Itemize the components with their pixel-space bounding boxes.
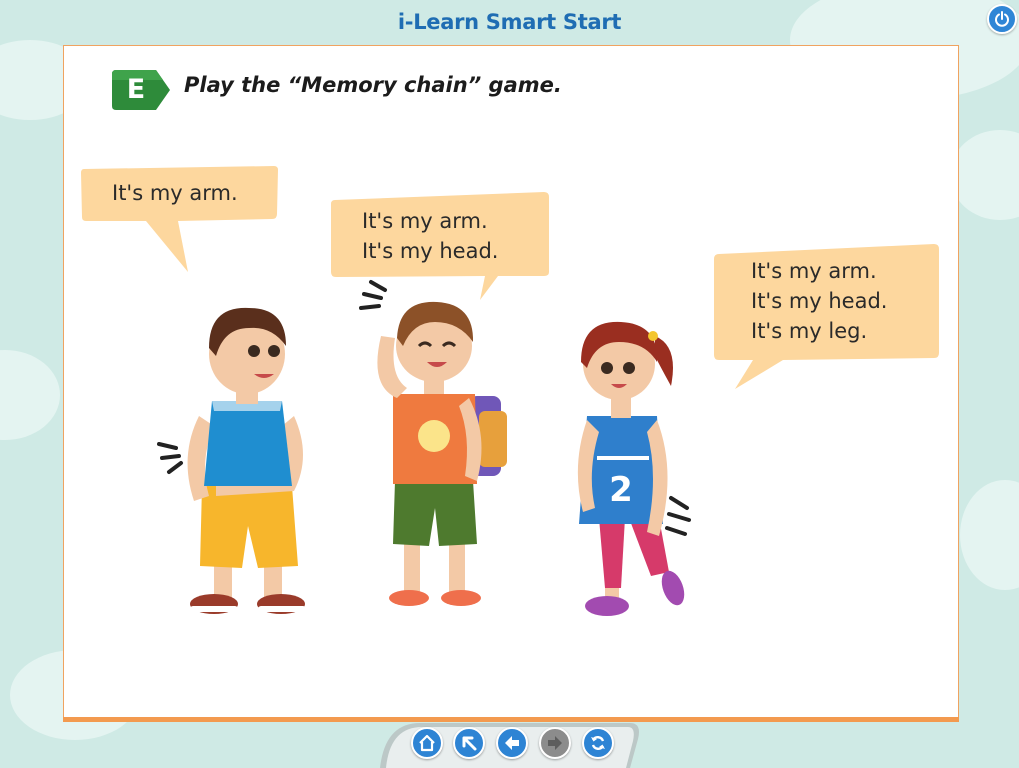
activity-letter: E xyxy=(126,74,146,105)
power-button[interactable] xyxy=(987,4,1017,34)
motion-marks-icon xyxy=(665,496,691,536)
boy-pointing-arm-illustration xyxy=(157,307,306,614)
motion-marks-icon xyxy=(359,280,387,310)
motion-marks-icon xyxy=(157,442,183,474)
home-button[interactable] xyxy=(411,727,443,759)
back-arrow-icon xyxy=(505,736,519,750)
background-cloud xyxy=(960,480,1019,590)
activity-badge: E xyxy=(112,70,172,110)
speech-text-2: It's my arm. It's my head. xyxy=(362,209,499,263)
activity-instruction: Play the “Memory chain” game. xyxy=(184,73,562,97)
navigation-bar xyxy=(380,719,645,768)
background-cloud xyxy=(950,130,1019,220)
power-icon xyxy=(995,11,1009,27)
up-left-arrow-icon xyxy=(462,736,477,751)
app-title: i-Learn Smart Start xyxy=(397,10,622,34)
girl-pointing-leg-illustration: 2 xyxy=(577,321,691,616)
forward-button[interactable] xyxy=(539,727,571,759)
book-page: E Play the “Memory chain” game. It's my … xyxy=(63,45,959,719)
forward-arrow-icon xyxy=(548,736,562,750)
home-icon xyxy=(419,734,435,752)
speech-bubble-3: It's my arm. It's my head. It's my leg. xyxy=(713,244,943,389)
speech-bubble-1: It's my arm. xyxy=(80,166,280,276)
speech-text-3: It's my arm. It's my head. It's my leg. xyxy=(751,259,888,343)
refresh-button[interactable] xyxy=(582,727,614,759)
speech-text-1: It's my arm. xyxy=(112,181,238,205)
refresh-icon xyxy=(591,736,605,750)
up-left-button[interactable] xyxy=(453,727,485,759)
shirt-number: 2 xyxy=(609,470,633,510)
background-cloud xyxy=(0,350,60,440)
back-button[interactable] xyxy=(496,727,528,759)
boy-pointing-head-illustration xyxy=(359,280,507,606)
